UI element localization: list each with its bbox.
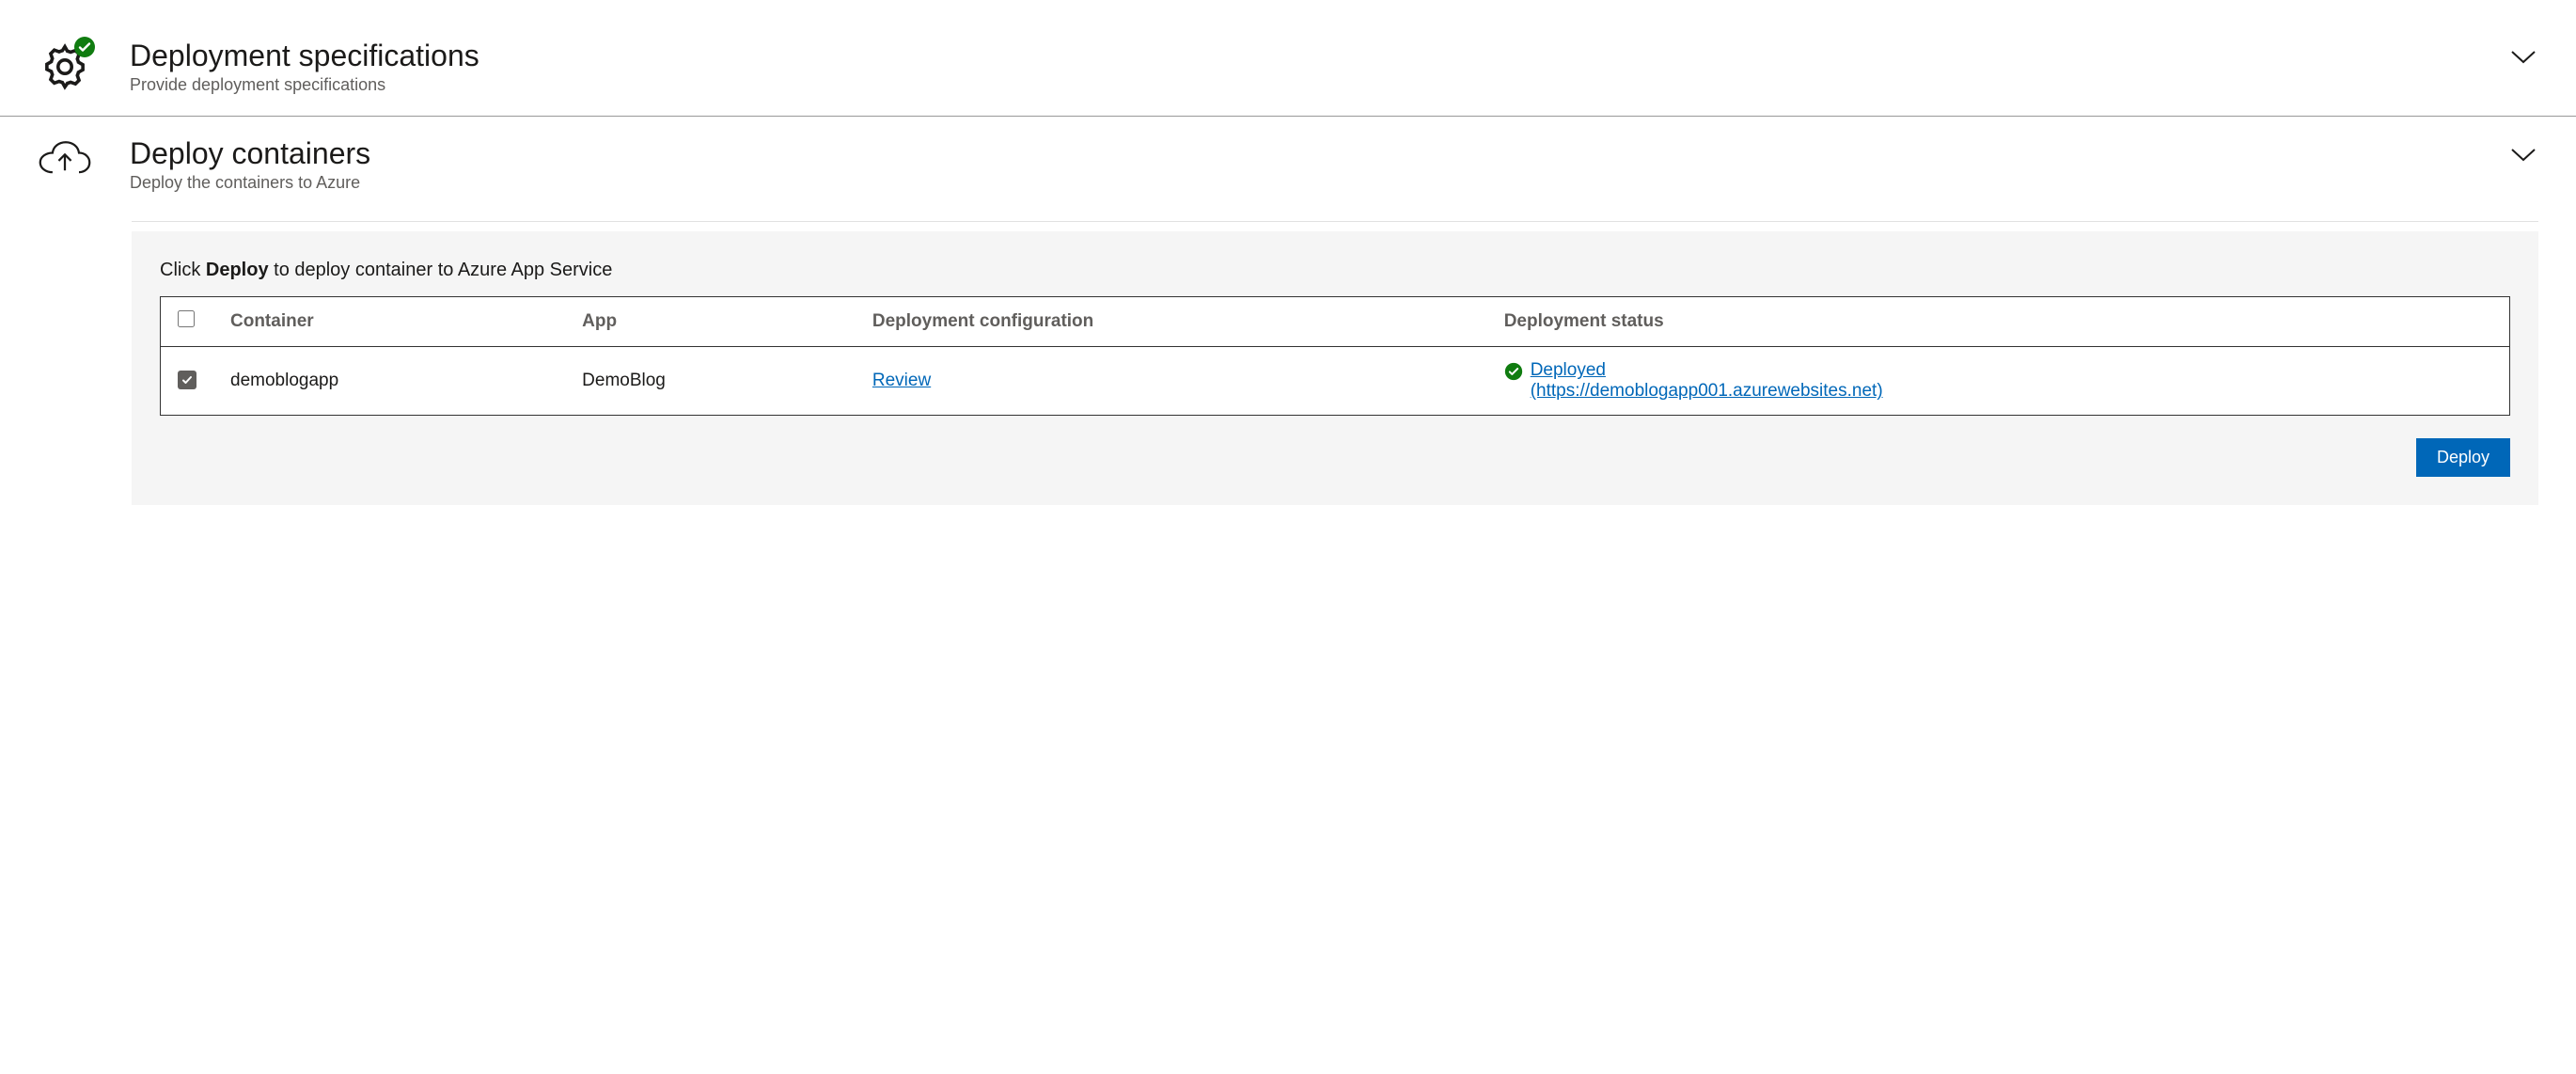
table-header-row: Container App Deployment configuration D…	[161, 297, 2510, 347]
cell-config: Review	[856, 347, 1487, 416]
table-row: demoblogapp DemoBlog Review	[161, 347, 2510, 416]
instruction-text: Click Deploy to deploy container to Azur…	[160, 260, 2510, 281]
col-app: App	[565, 297, 856, 347]
chevron-down-icon[interactable]	[2508, 47, 2538, 71]
deploy-panel: Click Deploy to deploy container to Azur…	[132, 231, 2538, 505]
section-deploy-containers[interactable]: Deploy containers Deploy the containers …	[0, 117, 2576, 212]
gear-check-icon	[28, 38, 102, 97]
cell-app: DemoBlog	[565, 347, 856, 416]
check-badge-icon	[73, 36, 96, 63]
cloud-upload-icon	[28, 135, 102, 181]
section-deployment-specs[interactable]: Deployment specifications Provide deploy…	[0, 19, 2576, 117]
deployed-link[interactable]: Deployed (https://demoblogapp001.azurewe…	[1531, 360, 1883, 402]
instruction-prefix: Click	[160, 260, 206, 280]
cell-container: demoblogapp	[213, 347, 565, 416]
page-root: Deployment specifications Provide deploy…	[0, 19, 2576, 505]
deploy-button[interactable]: Deploy	[2416, 438, 2510, 477]
deploy-title: Deploy containers	[130, 135, 2548, 171]
col-status: Deployment status	[1487, 297, 2510, 347]
deploy-table: Container App Deployment configuration D…	[160, 296, 2510, 416]
instruction-strong: Deploy	[206, 260, 269, 280]
specs-subtitle: Provide deployment specifications	[130, 75, 2548, 95]
row-select-cell	[161, 347, 214, 416]
col-container: Container	[213, 297, 565, 347]
instruction-suffix: to deploy container to Azure App Service	[269, 260, 613, 280]
chevron-down-icon[interactable]	[2508, 145, 2538, 168]
select-all-header	[161, 297, 214, 347]
deploy-subtitle: Deploy the containers to Azure	[130, 173, 2548, 193]
button-row: Deploy	[160, 438, 2510, 477]
success-icon	[1504, 362, 1523, 387]
status-url: (https://demoblogapp001.azurewebsites.ne…	[1531, 381, 1883, 401]
status-label: Deployed	[1531, 360, 1606, 380]
divider	[132, 221, 2538, 222]
specs-title: Deployment specifications	[130, 38, 2548, 73]
cell-status: Deployed (https://demoblogapp001.azurewe…	[1487, 347, 2510, 416]
col-config: Deployment configuration	[856, 297, 1487, 347]
row-checkbox[interactable]	[178, 371, 196, 389]
select-all-checkbox[interactable]	[178, 310, 195, 327]
review-link[interactable]: Review	[872, 371, 931, 390]
